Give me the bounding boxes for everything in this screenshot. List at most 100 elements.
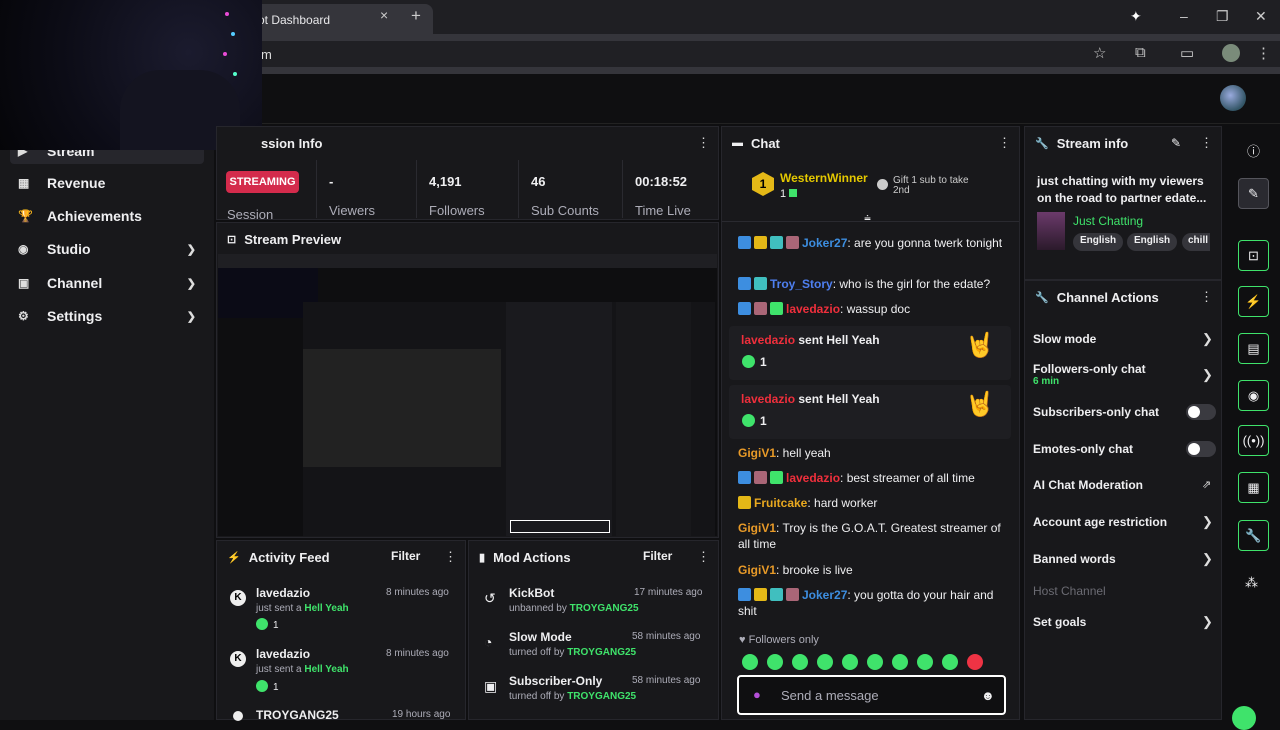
gift-text: Gift 1 sub to take 2nd	[893, 175, 969, 196]
alert-text: lavedazio sent Hell Yeah	[741, 333, 880, 347]
close-window-icon[interactable]: ✕	[1255, 8, 1267, 25]
bolt-icon: ⚡	[1245, 293, 1262, 309]
bolt-button[interactable]: ⚡	[1238, 286, 1269, 317]
rock-hand-icon: 🤘	[965, 391, 995, 418]
feed-time: 8 minutes ago	[386, 587, 449, 598]
layout-button[interactable]: ▦	[1238, 472, 1269, 503]
clip-button[interactable]: ⊡	[1238, 240, 1269, 271]
chevron-right-icon: ❯	[1202, 614, 1213, 629]
feed-name[interactable]: lavedazio	[256, 647, 310, 661]
kebab-menu-icon[interactable]: ⋮	[1200, 289, 1213, 305]
chat-message: Joker27: you gotta do your hair and shit	[738, 588, 994, 618]
emoji-icon[interactable]: ☻	[981, 688, 995, 703]
category-link[interactable]: Just Chatting	[1073, 214, 1143, 228]
edit-stream-button[interactable]: ✎	[1238, 178, 1269, 209]
hammer-icon: ▮	[479, 551, 486, 564]
kebab-menu-icon[interactable]: ⋮	[697, 135, 710, 151]
emotes-only-toggle[interactable]	[1186, 441, 1216, 457]
feed-name[interactable]: lavedazio	[256, 586, 310, 600]
chat-button[interactable]: ◉	[1238, 380, 1269, 411]
minimize-icon[interactable]: –	[1180, 8, 1188, 24]
panel-header: ⊡ Stream Preview	[217, 223, 718, 255]
panel-title: ssion Info	[261, 135, 323, 151]
preview-icon: ⊡	[227, 233, 237, 246]
rock-hand-icon: 🤘	[965, 332, 995, 359]
info-icon[interactable]: ⓘ	[1247, 141, 1260, 160]
tag[interactable]: chill	[1182, 233, 1210, 251]
kebab-menu-icon[interactable]: ⋮	[444, 549, 457, 565]
stream-preview-video[interactable]	[218, 254, 717, 536]
stat-value: -	[329, 174, 334, 189]
pin-expand-icon[interactable]: ⩧	[864, 212, 871, 227]
broadcast-button[interactable]: ((•))	[1238, 425, 1269, 456]
pinned-user[interactable]: WesternWinner	[780, 171, 868, 185]
followers-stat: 4,191 Followers	[419, 160, 519, 218]
tab-close-icon[interactable]: ×	[380, 7, 388, 23]
notes-button[interactable]: ▤	[1238, 333, 1269, 364]
filter-button[interactable]: Filter	[391, 549, 420, 563]
account-age-item[interactable]: Account age restriction	[1033, 515, 1213, 529]
followers-only-item[interactable]: Followers-only chat	[1033, 362, 1213, 376]
mic-icon[interactable]: ●	[753, 687, 761, 702]
cast-icon[interactable]: ▭	[1180, 44, 1194, 62]
star-icon[interactable]: ☆	[1093, 44, 1106, 62]
tag[interactable]: English	[1073, 233, 1124, 251]
feed-time: 8 minutes ago	[386, 648, 449, 659]
new-tab-icon[interactable]: +	[411, 6, 421, 26]
edit-icon[interactable]: ✎	[1171, 136, 1181, 150]
kebab-menu-icon[interactable]: ⋮	[998, 135, 1011, 151]
stat-label: Time Live	[635, 203, 691, 218]
slow-mode-item[interactable]: Slow mode	[1033, 332, 1213, 346]
filter-button[interactable]: Filter	[643, 549, 672, 563]
sidebar-item-settings[interactable]: ⚙ Settings ❯	[10, 303, 204, 329]
preview-nested	[303, 349, 501, 467]
stream-title: just chatting with my viewers on the roa…	[1037, 174, 1207, 205]
sidebar-item-revenue[interactable]: ▦ Revenue	[10, 170, 204, 196]
chat-bubble-icon: ◉	[1247, 387, 1260, 403]
message-input[interactable]: ● Send a message ☻	[737, 675, 1006, 715]
extensions-icon[interactable]: ⧉	[1135, 44, 1146, 61]
subscribers-only-toggle[interactable]	[1186, 404, 1216, 420]
maximize-icon[interactable]: ❐	[1216, 8, 1229, 25]
sparkle-icon[interactable]: ✦	[1130, 8, 1142, 25]
sidebar-item-channel[interactable]: ▣ Channel ❯	[10, 270, 204, 296]
stat-value: 4,191	[429, 174, 462, 189]
mod-name: KickBot	[509, 586, 555, 600]
divider	[722, 221, 1019, 222]
feed-time: 19 hours ago	[392, 709, 451, 720]
wrench-icon: 🔧	[1245, 527, 1262, 543]
wrench-icon: 🔧	[1035, 137, 1049, 150]
sidebar-item-label: Achievements	[47, 208, 142, 224]
kick-logo-icon[interactable]	[1232, 706, 1256, 730]
browser-tab[interactable]: ot Dashboard	[238, 4, 433, 34]
banned-words-item[interactable]: Banned words	[1033, 552, 1213, 566]
avatar[interactable]	[1220, 85, 1246, 111]
tag[interactable]: English	[1127, 233, 1178, 251]
chat-message: lavedazio: best streamer of all time	[738, 470, 1006, 486]
profile-icon[interactable]	[1222, 44, 1240, 62]
set-goals-item[interactable]: Set goals	[1033, 615, 1213, 629]
chat-message: lavedazio: wassup doc	[738, 301, 1006, 317]
kebab-menu-icon[interactable]: ⋮	[697, 549, 710, 565]
more-apps-icon[interactable]: ⁂	[1245, 575, 1258, 591]
sidebar-item-studio[interactable]: ◉ Studio ❯	[10, 236, 204, 262]
trophy-icon: 🏆	[18, 209, 33, 223]
url-field[interactable]: m	[245, 41, 1280, 67]
stat-value: 00:18:52	[635, 174, 688, 189]
sidebar-item-label: Studio	[47, 241, 91, 257]
session-info-panel: ssion Info ⋮ STREAMING Session - Viewers 4…	[216, 126, 719, 222]
ai-moderation-item[interactable]: AI Chat Moderation	[1033, 478, 1213, 492]
pinned-count: 1	[780, 188, 798, 200]
menu-icon[interactable]: ⋮	[1256, 44, 1271, 62]
panel-title: Chat	[751, 135, 780, 151]
chevron-right-icon: ❯	[1202, 367, 1213, 382]
tools-button[interactable]: 🔧	[1238, 520, 1269, 551]
notes-icon: ▤	[1247, 340, 1260, 356]
emote-bar[interactable]	[742, 654, 1002, 670]
kebab-menu-icon[interactable]: ⋮	[1200, 135, 1213, 151]
category-thumbnail[interactable]	[1037, 212, 1065, 250]
stat-value: 46	[531, 174, 546, 189]
panel-header: 🔧 Stream info	[1025, 127, 1221, 159]
sidebar-item-achievements[interactable]: 🏆 Achievements	[10, 203, 204, 229]
panel-title: Activity Feed	[248, 549, 330, 565]
